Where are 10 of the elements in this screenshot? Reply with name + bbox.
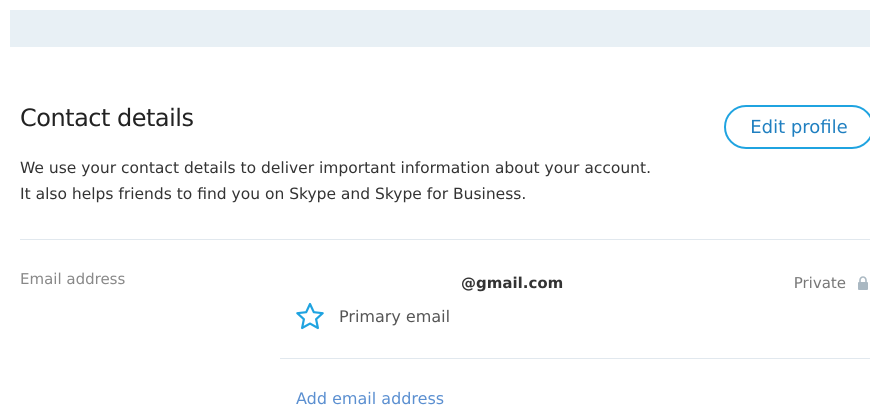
email-address: @gmail.com [461,274,564,292]
section-description: We use your contact details to deliver important information about your account. It also helps friends to find you on Skype and Skype for Business. [20,158,652,205]
section-title: Contact details [20,104,194,132]
lock-icon [858,276,868,290]
primary-email-label: Primary email [339,306,450,326]
star-icon[interactable] [295,302,325,330]
visibility-label[interactable]: Private [794,274,846,292]
field-label: Email address [20,270,126,290]
edit-profile-button[interactable]: Edit profile [724,105,870,149]
add-email-link[interactable]: Add email address [296,389,444,408]
